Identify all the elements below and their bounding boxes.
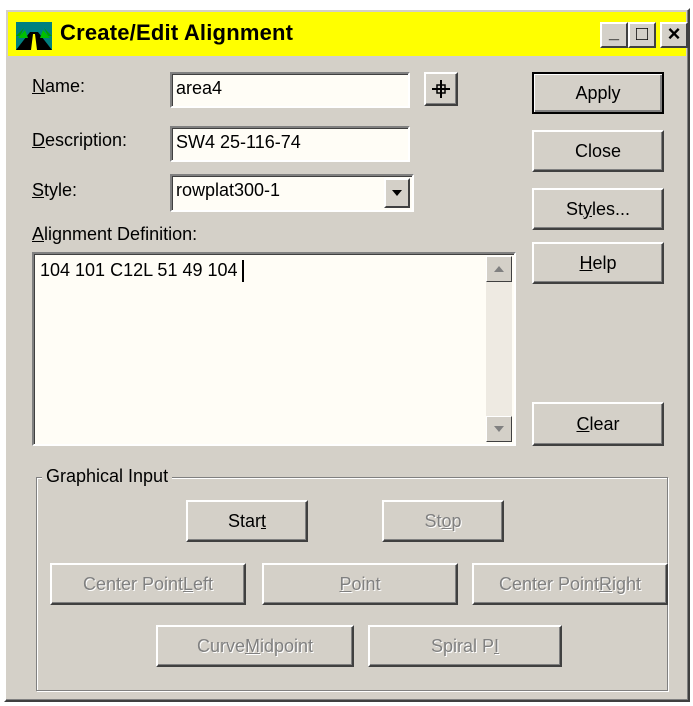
description-label: Description: xyxy=(32,130,128,150)
name-input-value: area4 xyxy=(176,78,223,98)
window-title: Create/Edit Alignment xyxy=(60,20,294,45)
name-label: Name: xyxy=(32,76,86,96)
close-button[interactable]: Close xyxy=(532,130,664,172)
alignment-definition-label: Alignment Definition: xyxy=(32,224,198,244)
clear-button[interactable]: Clear xyxy=(532,402,664,446)
start-button[interactable]: Start xyxy=(186,500,308,542)
title-bar[interactable]: Create/Edit Alignment _ □ × xyxy=(8,12,688,56)
scroll-up-button[interactable] xyxy=(486,256,512,282)
scroll-down-button[interactable] xyxy=(486,416,512,442)
center-point-left-button[interactable]: Center Point Left xyxy=(50,563,246,605)
close-window-button[interactable]: × xyxy=(660,22,688,48)
apply-button[interactable]: Apply xyxy=(532,72,664,114)
alignment-definition-value: 104 101 C12L 51 49 104 xyxy=(40,260,238,280)
spiral-pi-button[interactable]: Spiral PI xyxy=(368,625,562,667)
create-edit-alignment-dialog: Create/Edit Alignment _ □ × Name: area4 … xyxy=(4,8,690,702)
style-select-value: rowplat300-1 xyxy=(176,180,281,200)
center-point-right-button[interactable]: Center Point Right xyxy=(472,563,668,605)
curve-midpoint-button[interactable]: Curve Midpoint xyxy=(156,625,354,667)
description-input-value: SW4 25-116-74 xyxy=(176,132,301,152)
road-alignment-icon xyxy=(16,22,52,50)
style-select[interactable]: rowplat300-1 xyxy=(170,174,414,212)
maximize-button[interactable]: □ xyxy=(628,22,656,48)
style-label: Style: xyxy=(32,180,78,200)
crosshair-icon xyxy=(432,80,450,98)
minimize-icon: _ xyxy=(608,22,619,42)
chevron-down-icon xyxy=(392,190,402,196)
textarea-scrollbar[interactable] xyxy=(486,256,512,442)
arrow-down-icon xyxy=(494,426,504,432)
alignment-definition-textarea[interactable]: 104 101 C12L 51 49 104 xyxy=(32,252,516,446)
minimize-button[interactable]: _ xyxy=(600,22,628,48)
name-input[interactable]: area4 xyxy=(170,72,410,108)
arrow-up-icon xyxy=(494,266,504,272)
stop-button[interactable]: Stop xyxy=(382,500,504,542)
style-dropdown-button[interactable] xyxy=(384,178,410,208)
help-button[interactable]: Help xyxy=(532,242,664,284)
text-caret xyxy=(241,260,244,283)
maximize-icon: □ xyxy=(635,23,649,45)
point-button[interactable]: Point xyxy=(262,563,458,605)
pick-point-button[interactable] xyxy=(424,72,458,106)
close-icon: × xyxy=(667,21,681,46)
graphical-input-label: Graphical Input xyxy=(42,466,173,487)
styles-button[interactable]: Styles... xyxy=(532,188,664,230)
description-input[interactable]: SW4 25-116-74 xyxy=(170,126,410,162)
